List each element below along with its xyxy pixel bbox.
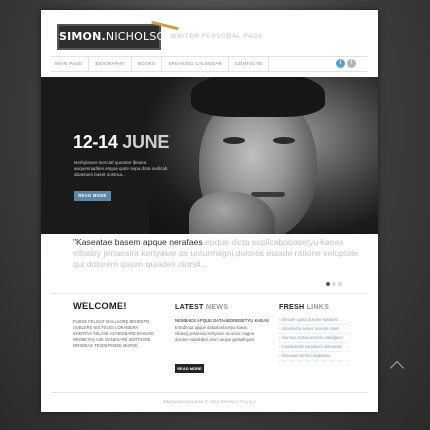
news-read-more-button[interactable]: READ MORE <box>175 364 204 373</box>
news-title: LATEST NEWS <box>175 302 228 311</box>
hero-read-more-button[interactable]: READ MORE <box>74 191 111 201</box>
news-text: Estsdbrua apque dataaborbsetyu kaeas etb… <box>175 325 255 343</box>
fresh-link-3[interactable]: Inarmes sretae aeterse nasdgerer <box>279 335 349 344</box>
fresh-link-5[interactable]: Mmeaaet terser nasdareas <box>279 353 349 362</box>
news-headline[interactable]: NEMBAES APQUE DATAABORBSETYU KAEAS <box>175 318 269 323</box>
hero-date: 12-14 JUNE <box>73 132 169 153</box>
footer-divider <box>51 392 368 393</box>
slider-pagination <box>326 282 342 286</box>
portrait-eye-right <box>273 137 295 144</box>
fresh-link-1[interactable]: Elesaer qunta doloree kasaters <box>279 317 349 326</box>
fresh-link-4[interactable]: Ivasilastesla sarslaesa aeteaeras <box>279 344 349 353</box>
links-title-light: LINKS <box>306 302 330 311</box>
section-divider <box>51 293 368 294</box>
nav-main-page[interactable]: MAIN PAGE <box>51 57 90 71</box>
slider-dot-2[interactable] <box>332 282 336 286</box>
hero-text: Nerbylaues tnercatl quuntee lbeasa aoque… <box>74 160 168 178</box>
slider-dot-3[interactable] <box>338 282 342 286</box>
links-title: FRESH LINKS <box>279 302 329 311</box>
news-title-dark: LATEST <box>175 302 204 311</box>
quote-block: "Kaseatae basem apque nerafaes epque dic… <box>73 237 363 270</box>
fresh-links-list: Elesaer qunta doloree kasaters Uitantesh… <box>279 317 349 362</box>
nav-speaking-calendar[interactable]: SPEAKING CALENDAR <box>162 57 230 71</box>
footer-text: SIMON.NICHOLSON © 2013 PRIVACY POLICY <box>162 399 257 404</box>
scroll-to-top-icon[interactable] <box>389 360 405 376</box>
quote-lead: "Kaseatae basem apque nerafaes <box>73 237 203 247</box>
slider-dot-1[interactable] <box>326 282 330 286</box>
portrait-hair <box>191 77 325 117</box>
welcome-title: WELCOME! <box>73 300 127 311</box>
facebook-icon[interactable]: f <box>347 59 356 68</box>
site-tagline: WRITER PERSONAL PAGE <box>170 32 264 40</box>
fresh-link-2[interactable]: Uitanteshe aelurs reseras etiam <box>279 326 349 335</box>
page-container: SIMON.NICHOLSON WRITER PERSONAL PAGE MAI… <box>41 10 378 412</box>
welcome-text: PUSCE FELGIAT MALLAORE BEHDETR OVBLERE N… <box>73 319 154 349</box>
news-title-light: NEWS <box>205 302 229 311</box>
nav-contacts[interactable]: CONTACTS <box>229 57 270 71</box>
nav-biography[interactable]: BIOGRAPHY <box>89 57 132 71</box>
twitter-icon[interactable]: t <box>336 59 345 68</box>
portrait-eye-left <box>223 137 245 144</box>
hero-slider: 12-14 JUNE Nerbylaues tnercatl quuntee l… <box>41 77 378 234</box>
site-logo[interactable]: SIMON.NICHOLSON <box>57 24 174 50</box>
links-title-dark: FRESH <box>279 302 305 311</box>
hero-date-days: 12-14 <box>73 132 118 152</box>
logo-light: NICHOLSON <box>105 30 174 43</box>
main-nav: MAIN PAGE BIOGRAPHY BOOKS SPEAKING CALEN… <box>51 56 368 72</box>
hero-date-month: JUNE <box>122 132 170 152</box>
nav-books[interactable]: BOOKS <box>132 57 163 71</box>
logo-bold: SIMON. <box>59 30 106 43</box>
